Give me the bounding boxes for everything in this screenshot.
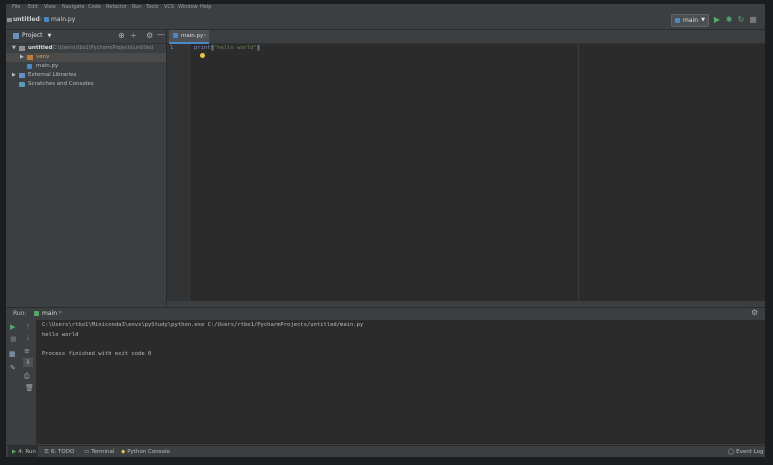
run-toolbar-primary: ▶ ■ ▦ ✎ — [6, 320, 21, 444]
lightbulb-icon[interactable] — [200, 53, 205, 58]
stop-icon[interactable]: ■ — [748, 15, 758, 25]
chevron-down-icon: ▼ — [12, 45, 16, 51]
trash-icon[interactable]: 🗑 — [25, 384, 34, 392]
tree-item-scratches[interactable]: Scratches and Consoles — [6, 80, 166, 89]
chevron-right-icon: ▶ — [20, 54, 24, 60]
debug-icon[interactable]: ✱ — [724, 15, 734, 25]
python-icon — [34, 311, 39, 316]
breadcrumb-file[interactable]: main.py — [44, 16, 75, 23]
menu-bar: File Edit View Navigate Code Refactor Ru… — [6, 4, 765, 11]
collapse-all-icon[interactable]: ÷ — [130, 31, 137, 40]
python-icon — [675, 18, 680, 23]
locate-icon[interactable]: ⊕ — [118, 31, 125, 40]
folder-icon — [27, 55, 33, 60]
tool-button-run[interactable]: ▶ 4: Run — [8, 446, 38, 457]
python-file-icon — [44, 17, 49, 22]
editor-tab-main-py[interactable]: main.py ✕ — [169, 30, 209, 44]
menu-refactor[interactable]: Refactor — [106, 4, 127, 11]
menu-file[interactable]: File — [12, 4, 20, 11]
soft-wrap-icon[interactable]: ≡ — [24, 347, 30, 355]
folder-icon — [7, 17, 12, 22]
run-toolbar-secondary: ↑ ↓ ≡ ⇩ ⎙ 🗑 — [21, 320, 37, 444]
code-editor[interactable]: print("hello world") — [190, 44, 765, 301]
close-icon[interactable]: ✕ — [58, 310, 62, 316]
menu-tools[interactable]: Tools — [146, 4, 158, 11]
tree-item-root[interactable]: ▼ untitled C:\Users\rtbo1\PycharmProject… — [6, 44, 166, 53]
menu-window[interactable]: Window — [178, 4, 198, 11]
run-icon[interactable]: ▶ — [712, 15, 722, 25]
python-file-icon — [27, 64, 32, 69]
tree-item-external-libraries[interactable]: ▶ External Libraries — [6, 71, 166, 80]
breadcrumb-separator: › — [40, 16, 43, 23]
tree-item-venv[interactable]: ▶ venv — [6, 53, 166, 62]
editor-tab-bar: main.py ✕ — [167, 30, 765, 44]
scratches-icon — [19, 82, 25, 87]
menu-help[interactable]: Help — [200, 4, 211, 11]
close-icon[interactable]: ✕ — [203, 30, 207, 42]
chevron-right-icon: ▶ — [12, 72, 16, 78]
menu-run[interactable]: Run — [132, 4, 142, 11]
terminal-icon: ▭ — [84, 449, 90, 455]
project-view-select[interactable]: Project ▼ — [22, 32, 51, 39]
tool-button-python-console[interactable]: ◆ Python Console — [121, 446, 170, 457]
scroll-to-end-icon[interactable]: ⇩ — [23, 358, 33, 367]
menu-code[interactable]: Code — [88, 4, 101, 11]
pin-icon[interactable]: ✎ — [10, 364, 16, 372]
arrow-down-icon[interactable]: ↓ — [25, 334, 31, 342]
project-panel: Project ▼ ⊕ ÷ ⚙ — ▼ untitled C:\Users\rt… — [6, 30, 167, 306]
tool-button-terminal[interactable]: ▭ Terminal — [84, 446, 114, 457]
project-view-icon — [13, 33, 19, 39]
print-icon[interactable]: ⎙ — [24, 372, 30, 381]
project-panel-header: Project ▼ ⊕ ÷ ⚙ — — [6, 30, 166, 44]
python-console-icon: ◆ — [121, 449, 126, 455]
line-number: 1 — [170, 45, 174, 51]
hide-panel-icon[interactable]: — — [157, 30, 165, 39]
folder-icon — [19, 46, 25, 51]
ide-window: File Edit View Navigate Code Refactor Ru… — [6, 4, 765, 457]
console-line: C:\Users\rtbo1\Miniconda3\envs\pyStudy\p… — [42, 322, 364, 328]
gear-icon[interactable]: ⚙ — [146, 31, 153, 40]
console-line: Process finished with exit code 0 — [42, 351, 152, 357]
tool-button-todo[interactable]: ☰ 6: TODO — [44, 446, 74, 457]
right-margin-guide — [578, 44, 579, 301]
gear-icon[interactable]: ⚙ — [751, 308, 758, 317]
arrow-up-icon[interactable]: ↑ — [25, 323, 31, 331]
breadcrumb-project[interactable]: untitled — [7, 16, 40, 23]
todo-icon: ☰ — [44, 449, 49, 455]
code-line-1: print("hello world") — [194, 45, 261, 51]
tool-window-bar: ▶ 4: Run ☰ 6: TODO ▭ Terminal ◆ Python Conso… — [6, 445, 765, 457]
run-configuration-select[interactable]: main ▼ — [671, 14, 709, 27]
editor-horizontal-scrollbar[interactable] — [167, 301, 765, 306]
tool-button-event-log[interactable]: ◯ Event Log — [728, 446, 763, 457]
menu-view[interactable]: View — [44, 4, 56, 11]
console-line: hello world — [42, 332, 79, 338]
layout-icon[interactable]: ▦ — [9, 350, 16, 358]
menu-vcs[interactable]: VCS — [164, 4, 174, 11]
tree-item-main-py[interactable]: main.py — [6, 62, 166, 71]
run-icon: ▶ — [12, 449, 17, 455]
screenshot-frame: File Edit View Navigate Code Refactor Ru… — [0, 0, 773, 465]
chevron-down-icon: ▼ — [47, 33, 52, 39]
menu-edit[interactable]: Edit — [28, 4, 38, 11]
rerun-icon[interactable]: ▶ — [10, 323, 15, 331]
line-gutter: 1 — [167, 44, 190, 301]
navigation-bar: untitled › main.py main ▼ ▶ ✱ ↻ ■ — [6, 11, 765, 30]
coverage-icon[interactable]: ↻ — [736, 15, 746, 25]
event-log-icon: ◯ — [728, 449, 735, 455]
library-icon — [19, 73, 25, 78]
menu-navigate[interactable]: Navigate — [62, 4, 84, 11]
chevron-down-icon: ▼ — [701, 17, 705, 23]
stop-icon[interactable]: ■ — [10, 335, 17, 343]
python-file-icon — [173, 33, 178, 38]
run-console-output[interactable]: C:\Users\rtbo1\Miniconda3\envs\pyStudy\p… — [37, 320, 765, 444]
run-panel-header: Run: main ✕ ⚙ — [6, 307, 765, 322]
